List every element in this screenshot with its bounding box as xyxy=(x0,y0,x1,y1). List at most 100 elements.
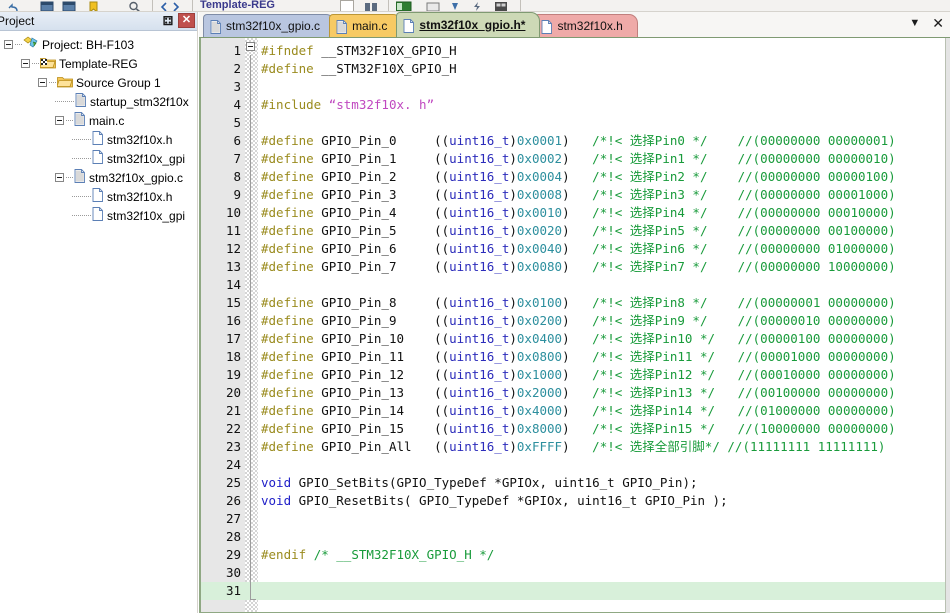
code-token-cmt: /*!< 选择Pin6 */ xyxy=(592,241,708,256)
code-token-cmt: //(00000000 00000010) xyxy=(737,151,896,166)
code-line[interactable]: 11 #define GPIO_Pin_5 ((uint16_t)0x0020) … xyxy=(201,222,949,240)
pin-icon[interactable]: ⚃ xyxy=(161,13,175,28)
code-line[interactable]: 22 #define GPIO_Pin_15 ((uint16_t)0x8000)… xyxy=(201,420,949,438)
nav-forward-icon[interactable] xyxy=(172,1,186,11)
code-line[interactable]: 4 #include “stm32f10x. h” xyxy=(201,96,949,114)
code-token-plain: ) xyxy=(562,385,593,400)
code-line[interactable]: 15 #define GPIO_Pin_8 ((uint16_t)0x0100) … xyxy=(201,294,949,312)
collapse-icon[interactable] xyxy=(38,78,47,87)
code-token-pp: #define xyxy=(261,331,314,346)
collapse-icon[interactable] xyxy=(4,40,13,49)
code-line[interactable]: 2 #define __STM32F10X_GPIO_H xyxy=(201,60,949,78)
code-line[interactable]: 26 void GPIO_ResetBits( GPIO_TypeDef *GPI… xyxy=(201,492,949,510)
code-line[interactable]: 8 #define GPIO_Pin_2 ((uint16_t)0x0004) /… xyxy=(201,168,949,186)
code-line[interactable]: 23 #define GPIO_Pin_All ((uint16_t)0xFFFF… xyxy=(201,438,949,456)
code-token-plain: GPIO_Pin_14 (( xyxy=(313,403,450,418)
code-token-cmt: /*!< 选择Pin5 */ xyxy=(592,223,708,238)
code-line-text: void GPIO_SetBits(GPIO_TypeDef *GPIOx, u… xyxy=(261,474,698,492)
toolbar-separator xyxy=(520,0,521,11)
code-line[interactable]: 13 #define GPIO_Pin_7 ((uint16_t)0x0080) … xyxy=(201,258,949,276)
target-options-icon[interactable] xyxy=(395,1,412,11)
code-line[interactable]: 9 #define GPIO_Pin_3 ((uint16_t)0x0008) /… xyxy=(201,186,949,204)
code-line[interactable]: 7 #define GPIO_Pin_1 ((uint16_t)0x0002) /… xyxy=(201,150,949,168)
code-scroll-region[interactable]: 1 #ifndef __STM32F10X_GPIO_H 2 #define __ST… xyxy=(201,38,949,612)
panel-icon[interactable] xyxy=(426,1,440,11)
toolbar-separator xyxy=(152,0,153,11)
undo-icon[interactable] xyxy=(6,1,20,11)
code-text[interactable]: 1 #ifndef __STM32F10X_GPIO_H 2 #define __ST… xyxy=(201,42,949,600)
tree-item-project-bh-f103[interactable]: Project: BH-F103 xyxy=(0,35,197,54)
main-toolbar[interactable]: Template-REG xyxy=(0,0,950,12)
editor-tab-stm32f10x-gpio-c[interactable]: stm32f10x_gpio.c xyxy=(203,14,336,37)
code-token-cmt: //(00000000 00100000) xyxy=(737,223,896,238)
line-number: 4 xyxy=(233,97,241,112)
close-icon[interactable]: ✕ xyxy=(178,13,195,28)
fold-collapse-icon[interactable] xyxy=(246,42,255,51)
collapse-icon[interactable] xyxy=(55,173,64,182)
code-line[interactable]: 17 #define GPIO_Pin_10 ((uint16_t)0x0400)… xyxy=(201,330,949,348)
code-line[interactable]: 27 xyxy=(201,510,949,528)
code-token-plain: ) xyxy=(562,313,593,328)
tree-item-source-group-1[interactable]: Source Group 1 xyxy=(0,73,197,92)
config-icon[interactable] xyxy=(494,1,508,11)
code-line[interactable]: 30 xyxy=(201,564,949,582)
search-icon[interactable] xyxy=(128,1,142,11)
tree-item-stm32f10x-h[interactable]: stm32f10x.h xyxy=(0,130,197,149)
tree-item-template-reg[interactable]: Template-REG xyxy=(0,54,197,73)
code-token-pp: #endif xyxy=(261,547,314,562)
close-icon[interactable]: ✕ xyxy=(932,16,944,30)
build-icon[interactable] xyxy=(364,1,378,11)
collapse-icon[interactable] xyxy=(21,59,30,68)
code-line[interactable]: 18 #define GPIO_Pin_11 ((uint16_t)0x0800)… xyxy=(201,348,949,366)
tree-item-stm32f10x-gpi[interactable]: stm32f10x_gpi xyxy=(0,206,197,225)
code-token-type: uint16_t xyxy=(449,295,510,310)
debug-icon[interactable] xyxy=(450,1,464,11)
code-line[interactable]: 31 xyxy=(201,582,949,600)
code-line[interactable]: 16 #define GPIO_Pin_9 ((uint16_t)0x0200) … xyxy=(201,312,949,330)
code-line[interactable]: 28 xyxy=(201,528,949,546)
editor-tab-main-c[interactable]: main.c xyxy=(329,14,403,37)
code-token-plain: ) xyxy=(509,133,517,148)
code-line[interactable]: 21 #define GPIO_Pin_14 ((uint16_t)0x4000)… xyxy=(201,402,949,420)
code-pane[interactable]: 1 #ifndef __STM32F10X_GPIO_H 2 #define __ST… xyxy=(199,38,950,613)
checkbox-icon[interactable] xyxy=(340,0,354,11)
code-line-text: #define GPIO_Pin_5 ((uint16_t)0x0020) /*… xyxy=(261,222,896,240)
project-tree[interactable]: Project: BH-F103 Template-REG Source Group… xyxy=(0,31,197,225)
code-line[interactable]: 20 #define GPIO_Pin_13 ((uint16_t)0x2000)… xyxy=(201,384,949,402)
flash-icon[interactable] xyxy=(472,1,486,11)
code-token-cmt: //(01000000 00000000) xyxy=(737,403,896,418)
tree-item-stm32f10x-gpio-c[interactable]: stm32f10x_gpio.c xyxy=(0,168,197,187)
window-icon[interactable] xyxy=(40,1,54,11)
collapse-icon[interactable] xyxy=(55,116,64,125)
code-token-cmt: //(00000010 00000000) xyxy=(737,313,896,328)
code-line[interactable]: 19 #define GPIO_Pin_12 ((uint16_t)0x1000)… xyxy=(201,366,949,384)
line-number: 11 xyxy=(225,223,241,238)
code-line[interactable]: 24 xyxy=(201,456,949,474)
code-line[interactable]: 10 #define GPIO_Pin_4 ((uint16_t)0x0010) … xyxy=(201,204,949,222)
code-token-num: 0x0080 xyxy=(516,259,563,274)
code-line[interactable]: 6 #define GPIO_Pin_0 ((uint16_t)0x0001) /… xyxy=(201,132,949,150)
code-line[interactable]: 14 xyxy=(201,276,949,294)
chevron-down-icon[interactable]: ▼ xyxy=(909,17,920,29)
code-line[interactable]: 12 #define GPIO_Pin_6 ((uint16_t)0x0040) … xyxy=(201,240,949,258)
code-line[interactable]: 29 #endif /* __STM32F10X_GPIO_H */ xyxy=(201,546,949,564)
tree-item-main-c[interactable]: main.c xyxy=(0,111,197,130)
code-token-type: uint16_t xyxy=(449,259,510,274)
code-line[interactable]: 1 #ifndef __STM32F10X_GPIO_H xyxy=(201,42,949,60)
tree-item-stm32f10x-gpi[interactable]: stm32f10x_gpi xyxy=(0,149,197,168)
code-token-plain: GPIO_Pin_13 (( xyxy=(313,385,450,400)
editor-tab-stm32f10x-h[interactable]: stm32f10x.h xyxy=(534,14,638,37)
tree-item-stm32f10x-h[interactable]: stm32f10x.h xyxy=(0,187,197,206)
code-token-num: 0x0800 xyxy=(516,349,563,364)
editor-tab-label: stm32f10x_gpio.c xyxy=(226,19,321,33)
editor-tabbar[interactable]: stm32f10x_gpio.c main.c stm32f10x_gpio.h* s… xyxy=(199,12,950,38)
window-icon[interactable] xyxy=(62,1,76,11)
bookmark-icon[interactable] xyxy=(88,1,102,11)
tree-item-startup-stm32f10x[interactable]: startup_stm32f10x xyxy=(0,92,197,111)
code-line[interactable]: 5 xyxy=(201,114,949,132)
code-line[interactable]: 3 xyxy=(201,78,949,96)
editor-tab-stm32f10x-gpio-h[interactable]: stm32f10x_gpio.h* xyxy=(396,12,541,37)
tree-item-label: stm32f10x_gpi xyxy=(107,208,186,223)
code-line[interactable]: 25 void GPIO_SetBits(GPIO_TypeDef *GPIOx,… xyxy=(201,474,949,492)
